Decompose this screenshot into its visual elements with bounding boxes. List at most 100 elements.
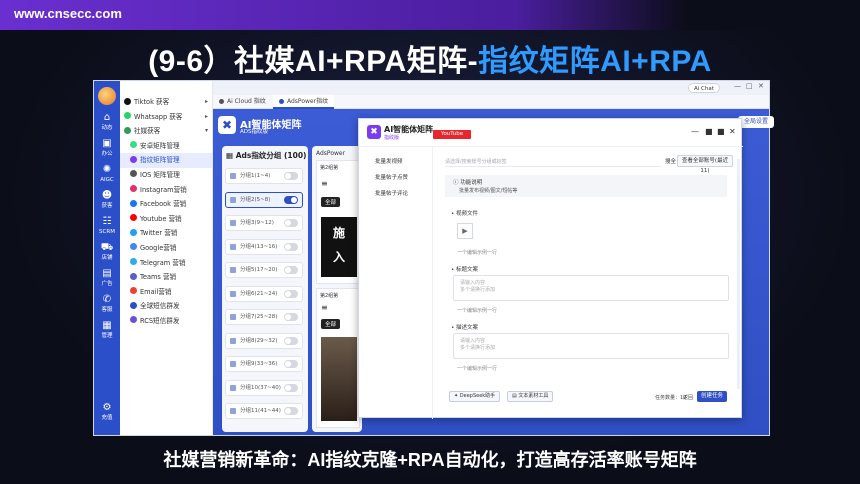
menu-item[interactable]: Youtube 营销 (120, 212, 212, 227)
rail-item[interactable]: ▦ 管理 (94, 319, 120, 347)
group-row[interactable]: 分组1(1~4) (225, 168, 303, 184)
group-toggle[interactable] (284, 289, 298, 298)
maximize-icon[interactable]: □ (746, 82, 753, 90)
group-row[interactable]: 分组6(21~24) (225, 285, 303, 302)
tab-ai-cloud[interactable]: Ai Cloud 指纹 (213, 95, 272, 109)
search-all-button[interactable]: 搜全 (665, 157, 676, 165)
placeholder-line: 多个请换行添加 (460, 345, 496, 351)
deepseek-button[interactable]: ✦ DeepSeek助手 (449, 391, 501, 402)
title-textarea[interactable]: 请输入内容 多个请换行添加 (453, 275, 729, 301)
material-tool-button[interactable]: ▤ 文本素材工具 (507, 391, 554, 402)
menu-icon[interactable]: ≡ (321, 179, 328, 188)
menu-item-label: Tiktok 获客 (134, 98, 170, 106)
menu-item[interactable]: RCS短信群发 (120, 314, 212, 329)
video-upload-button[interactable]: ▶ (457, 223, 473, 239)
browser-card[interactable]: 第2组第 ≡ 全部 (316, 288, 360, 428)
global-settings-button[interactable]: 全局设置 (738, 116, 775, 128)
tab-adspower[interactable]: AdsPower指纹 (273, 95, 335, 109)
rail-item[interactable]: ✆ 客服 (94, 293, 120, 321)
scrollbar[interactable] (737, 159, 740, 389)
menu-item-label: Email营销 (140, 287, 172, 296)
group-toggle[interactable] (284, 219, 298, 227)
rail-item[interactable]: ✺ AIGC (94, 163, 120, 191)
group-toggle[interactable] (284, 313, 298, 321)
group-row[interactable]: 分组4(13~16) (225, 238, 303, 255)
content-textarea[interactable]: 请输入内容 多个请换行添加 (453, 333, 729, 359)
group-label: 分组1(1~4) (240, 173, 271, 179)
menu-item[interactable]: IOS 矩阵管理 (120, 168, 212, 183)
menu-item[interactable]: Tiktok 获客 ▸ (120, 95, 212, 110)
menu-icon[interactable]: ≡ (321, 303, 328, 312)
rail-item[interactable]: ⌂ 动态 (94, 111, 120, 139)
menu-item[interactable]: Instagram营销 (120, 183, 212, 198)
group-row[interactable]: 分组11(41~44) (225, 403, 303, 419)
brand-subtitle: ADS指纹版 (240, 129, 268, 135)
all-filter-button[interactable]: 全部 (321, 319, 341, 329)
view-accounts-button[interactable]: 查看全部账号(最近 11) (677, 155, 733, 174)
task-count: 任务数量：10 (655, 395, 687, 401)
site-url[interactable]: www.cnsecc.com (14, 6, 122, 21)
group-toggle[interactable] (284, 172, 298, 180)
rail-item-label: SCRM (99, 229, 115, 235)
rail-item[interactable]: ☻ 获客 (94, 189, 120, 217)
side-item-batch-like[interactable]: 批量帖子点赞 (375, 173, 408, 181)
rail-item[interactable]: ▣ 办公 (94, 137, 120, 165)
avatar[interactable] (98, 87, 116, 105)
maximize-icon[interactable]: ■ (705, 127, 713, 136)
rail-item[interactable]: ▤ 广告 (94, 267, 120, 295)
group-row[interactable]: 分组3(9~12) (225, 215, 303, 231)
menu-item[interactable]: Teams 营销 (120, 270, 212, 285)
placeholder-line: 请输入内容 (460, 280, 486, 286)
menu-item[interactable]: Email营销 (120, 285, 212, 300)
group-row[interactable]: 分组9(33~36) (225, 356, 303, 372)
menu-item[interactable]: Telegram 营销 (120, 256, 212, 271)
menu-item[interactable]: Google营销 (120, 241, 212, 256)
briefcase-icon: ▣ (102, 138, 112, 149)
menu-item[interactable]: Whatsapp 获客 ▸ (120, 110, 212, 125)
menu-item[interactable]: 社媒获客 ▾ (120, 124, 212, 139)
create-task-button[interactable]: 创建任务 (697, 391, 727, 402)
group-toggle[interactable] (284, 195, 298, 204)
menu-item[interactable]: 安卓矩阵管理 (120, 139, 212, 154)
group-label: 分组6(21~24) (240, 290, 278, 297)
side-item-batch-video[interactable]: 批量发视频 (375, 157, 403, 165)
group-toggle[interactable] (284, 383, 298, 392)
restore-icon[interactable]: ■ (717, 127, 725, 136)
group-toggle[interactable] (284, 242, 298, 251)
group-row[interactable]: 分组5(17~20) (225, 262, 303, 278)
group-row[interactable]: 分组8(29~32) (225, 332, 303, 349)
group-toggle[interactable] (284, 336, 298, 345)
browser-card[interactable]: 第2组第 ≡ 全部 施 入 (316, 160, 360, 284)
platform-icon (130, 287, 137, 295)
rail-item-label: 动态 (101, 125, 113, 131)
side-item-batch-comment[interactable]: 批量帖子评论 (375, 189, 408, 197)
tab-dot-icon (219, 99, 224, 104)
back-link[interactable]: 返回 (683, 394, 693, 401)
group-row[interactable]: 分组7(25~28) (225, 309, 303, 325)
group-row[interactable]: 分组2(5~8) (225, 191, 303, 208)
group-toggle[interactable] (284, 266, 298, 274)
minimize-icon[interactable]: — (734, 82, 741, 90)
ai-chat-button[interactable]: Ai Chat (688, 83, 720, 93)
ads-group-panel: ▦ Ads指纹分组 (100) 分组1(1~4) 分组2(5~8) 分组3(9~12… (222, 146, 308, 432)
promo-thumbnail[interactable]: 施 入 (321, 217, 357, 277)
rail-item[interactable]: ⛟ 店铺 (94, 241, 120, 269)
group-toggle[interactable] (284, 360, 298, 368)
close-icon[interactable]: ✕ (758, 82, 764, 90)
menu-item[interactable]: Facebook 营销 (120, 197, 212, 212)
video-thumbnail[interactable] (321, 337, 357, 421)
feature-box: ⓘ 功能说明 批量发布视频/图文/短帖等 (445, 175, 727, 197)
rail-item-recharge[interactable]: ⚙ 充值 (94, 401, 120, 429)
group-search-input[interactable]: 请选择/搜索账号分组或标签 (445, 157, 661, 167)
group-row[interactable]: 分组10(37~40) (225, 379, 303, 396)
close-icon[interactable]: ✕ (729, 127, 736, 136)
menu-item[interactable]: Twitter 营销 (120, 226, 212, 241)
menu-item[interactable]: 指纹矩阵管理 (120, 153, 212, 168)
menu-item[interactable]: 全球短信群发 (120, 299, 212, 314)
minimize-icon[interactable]: — (691, 127, 699, 136)
deepseek-label: DeepSeek助手 (459, 393, 496, 399)
group-toggle[interactable] (284, 407, 298, 415)
rail-item[interactable]: ☷ SCRM (94, 215, 120, 243)
all-filter-button[interactable]: 全部 (321, 197, 341, 207)
platform-icon (130, 170, 137, 178)
